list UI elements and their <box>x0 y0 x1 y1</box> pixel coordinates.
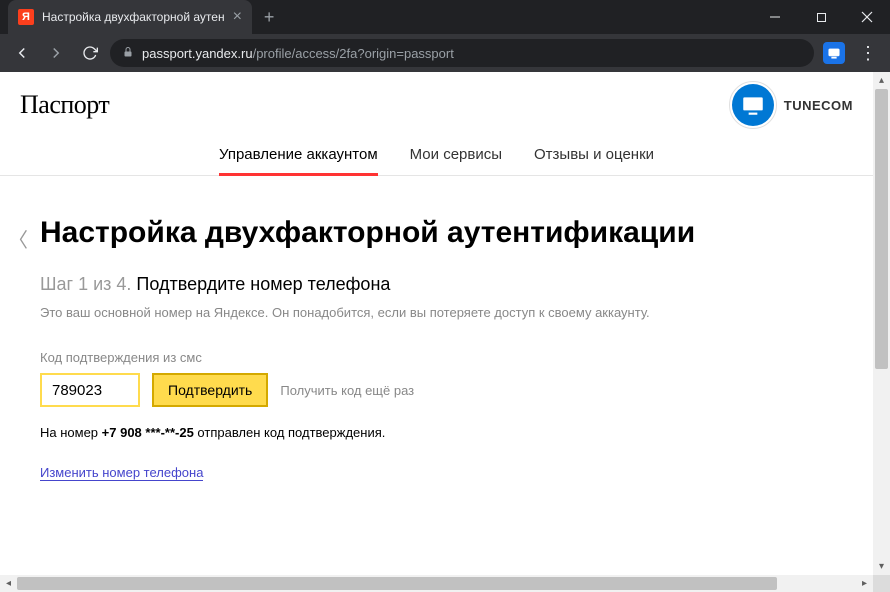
change-phone-link[interactable]: Изменить номер телефона <box>40 465 203 481</box>
step-description: Это ваш основной номер на Яндексе. Он по… <box>40 305 843 320</box>
username-label: TUNECOM <box>784 98 853 113</box>
nav-back-button[interactable] <box>8 39 36 67</box>
scrollbar-thumb[interactable] <box>875 89 888 369</box>
nav-tabs: Управление аккаунтом Мои сервисы Отзывы … <box>0 134 873 176</box>
scroll-left-icon[interactable]: ◂ <box>0 575 17 592</box>
confirmation-row: Подтвердить Получить код ещё раз <box>40 373 843 407</box>
tab-account-management[interactable]: Управление аккаунтом <box>219 134 378 175</box>
scroll-right-icon[interactable]: ▸ <box>856 575 873 592</box>
main-content: 〈 Настройка двухфакторной аутентификации… <box>0 176 873 502</box>
step-indicator: Шаг 1 из 4. Подтвердите номер телефона <box>40 274 843 295</box>
page-title: Настройка двухфакторной аутентификации <box>40 216 843 250</box>
window-maximize-button[interactable] <box>798 0 844 34</box>
tab-my-services[interactable]: Мои сервисы <box>410 134 502 175</box>
browser-toolbar: passport.yandex.ru/profile/access/2fa?or… <box>0 34 890 72</box>
sent-info-text: На номер +7 908 ***-**-25 отправлен код … <box>40 425 843 440</box>
browser-tab[interactable]: Я Настройка двухфакторной аутен × <box>8 0 252 34</box>
tab-close-icon[interactable]: × <box>233 8 242 26</box>
scroll-down-icon[interactable]: ▾ <box>873 558 890 575</box>
vertical-scrollbar[interactable]: ▴ ▾ <box>873 72 890 575</box>
page-viewport: Паспорт TUNECOM Управление аккаунтом Мои… <box>0 72 890 592</box>
nav-reload-button[interactable] <box>76 39 104 67</box>
new-tab-button[interactable]: + <box>264 7 275 28</box>
extension-icon[interactable] <box>820 39 848 67</box>
scrollbar-corner <box>873 575 890 592</box>
sms-code-input[interactable] <box>40 373 140 407</box>
window-close-button[interactable] <box>844 0 890 34</box>
nav-forward-button[interactable] <box>42 39 70 67</box>
code-field-label: Код подтверждения из смс <box>40 350 843 365</box>
resend-code-link[interactable]: Получить код ещё раз <box>280 383 414 398</box>
avatar[interactable] <box>732 84 774 126</box>
browser-titlebar: Я Настройка двухфакторной аутен × + <box>0 0 890 34</box>
back-chevron-icon[interactable]: 〈 <box>8 224 28 253</box>
url-text: passport.yandex.ru/profile/access/2fa?or… <box>142 46 454 61</box>
tab-favicon: Я <box>18 9 34 25</box>
tab-title: Настройка двухфакторной аутен <box>42 10 225 24</box>
page-header: Паспорт TUNECOM <box>0 72 873 134</box>
tab-reviews[interactable]: Отзывы и оценки <box>534 134 654 175</box>
brand-logo[interactable]: Паспорт <box>20 90 109 120</box>
browser-menu-button[interactable]: ⋮ <box>854 39 882 67</box>
window-controls <box>752 0 890 34</box>
address-bar[interactable]: passport.yandex.ru/profile/access/2fa?or… <box>110 39 814 67</box>
scroll-up-icon[interactable]: ▴ <box>873 72 890 89</box>
horizontal-scrollbar[interactable]: ◂ ▸ <box>0 575 873 592</box>
hscrollbar-thumb[interactable] <box>17 577 777 590</box>
window-minimize-button[interactable] <box>752 0 798 34</box>
confirm-button[interactable]: Подтвердить <box>152 373 268 407</box>
lock-icon <box>122 46 134 61</box>
